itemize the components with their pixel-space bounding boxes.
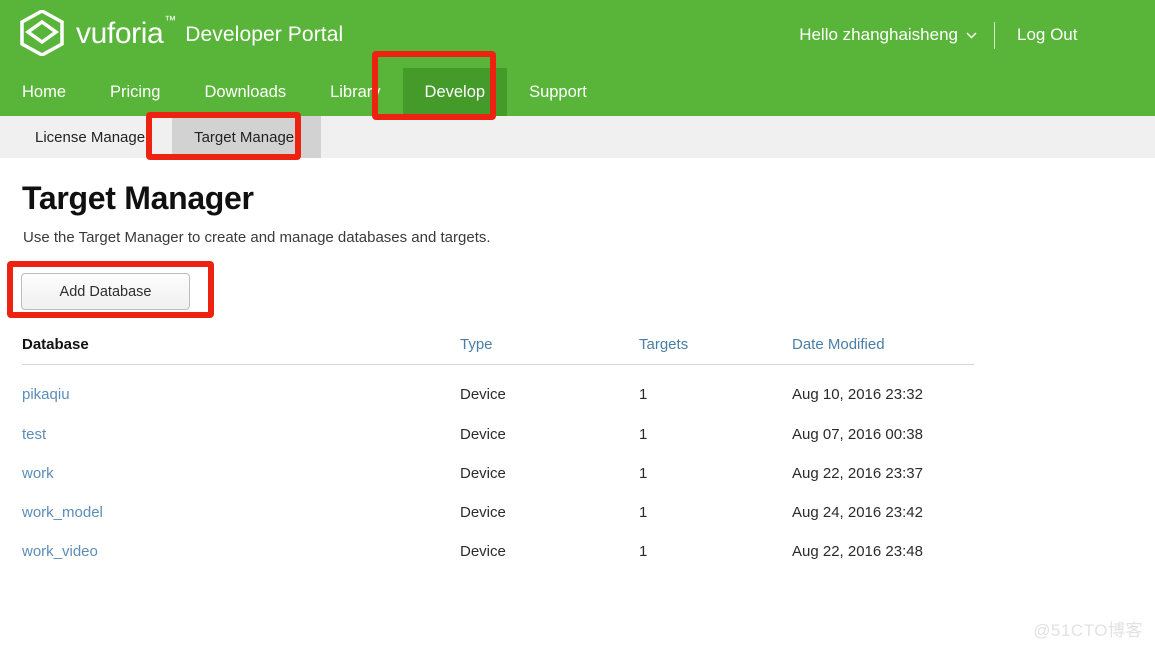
table-row[interactable]: work_video Device 1 Aug 22, 2016 23:48 — [22, 532, 974, 571]
primary-navigation: Home Pricing Downloads Library Develop S… — [0, 68, 609, 116]
cell-date-modified: Aug 24, 2016 23:42 — [792, 504, 923, 521]
database-link[interactable]: pikaqiu — [22, 386, 70, 403]
nav-item-pricing[interactable]: Pricing — [88, 68, 182, 116]
brand-wordmark: vuforia™ — [76, 13, 177, 50]
cell-date-modified: Aug 22, 2016 23:48 — [792, 543, 923, 560]
table-row[interactable]: work Device 1 Aug 22, 2016 23:37 — [22, 454, 974, 493]
nav-item-downloads[interactable]: Downloads — [182, 68, 308, 116]
cell-date-modified: Aug 10, 2016 23:32 — [792, 385, 923, 403]
logout-container: Log Out — [995, 25, 1155, 45]
cell-targets: 1 — [639, 385, 648, 403]
account-menu[interactable]: Hello zhanghaisheng — [799, 25, 977, 45]
table-header: Database Type Targets Date Modified — [22, 337, 974, 365]
table-body: pikaqiu Device 1 Aug 10, 2016 23:32 test… — [22, 365, 974, 572]
column-header-date-modified[interactable]: Date Modified — [792, 337, 974, 365]
column-header-database[interactable]: Database — [22, 337, 460, 365]
database-link[interactable]: work — [22, 465, 54, 482]
cell-database: work_model — [22, 493, 460, 532]
table-row[interactable]: test Device 1 Aug 07, 2016 00:38 — [22, 415, 974, 454]
database-link[interactable]: work_video — [22, 543, 98, 560]
cell-date-modified: Aug 07, 2016 00:38 — [792, 426, 923, 443]
secondary-navigation: License Manager Target Manager — [0, 116, 1155, 158]
column-header-targets[interactable]: Targets — [639, 337, 792, 365]
watermark: @51CTO博客 — [1033, 621, 1143, 640]
brand-logo-group[interactable]: vuforia™ Developer Portal — [20, 8, 343, 58]
cell-database: work — [22, 454, 460, 493]
account-greeting-label: Hello zhanghaisheng — [799, 25, 958, 44]
secondary-navigation-bar: License Manager Target Manager — [0, 116, 1155, 158]
chevron-down-icon — [966, 32, 977, 39]
nav-item-develop[interactable]: Develop — [402, 68, 508, 116]
page-description: Use the Target Manager to create and man… — [23, 229, 491, 246]
site-header: vuforia™ Developer Portal Hello zhanghai… — [0, 0, 1155, 116]
database-link[interactable]: test — [22, 426, 46, 443]
add-database-button[interactable]: Add Database — [21, 273, 190, 310]
table-header-row: Database Type Targets Date Modified — [22, 337, 974, 365]
subtab-target-manager[interactable]: Target Manager — [172, 116, 322, 158]
cell-type: Device — [460, 543, 506, 560]
cell-targets: 1 — [639, 426, 648, 443]
cell-type: Device — [460, 465, 506, 482]
cell-database: work_video — [22, 532, 460, 571]
nav-item-library[interactable]: Library — [308, 68, 402, 116]
cell-type: Device — [460, 426, 506, 443]
vuforia-hexagon-logo-icon — [20, 10, 64, 56]
cell-database: test — [22, 415, 460, 454]
nav-item-support[interactable]: Support — [507, 68, 609, 116]
brand-subtitle: Developer Portal — [185, 23, 344, 46]
database-link[interactable]: work_model — [22, 504, 103, 521]
cell-date-modified: Aug 22, 2016 23:37 — [792, 465, 923, 482]
page-title: Target Manager — [22, 180, 254, 216]
cell-targets: 1 — [639, 504, 648, 521]
subtab-license-manager[interactable]: License Manager — [13, 116, 172, 158]
trademark-mark: ™ — [164, 13, 177, 27]
cell-type: Device — [460, 504, 506, 521]
cell-targets: 1 — [639, 465, 648, 482]
cell-type: Device — [460, 385, 506, 403]
nav-item-home[interactable]: Home — [0, 68, 88, 116]
column-header-type[interactable]: Type — [460, 337, 639, 365]
cell-targets: 1 — [639, 543, 648, 560]
table-row[interactable]: pikaqiu Device 1 Aug 10, 2016 23:32 — [22, 365, 974, 416]
databases-table: Database Type Targets Date Modified pika… — [22, 337, 974, 571]
log-out-button[interactable]: Log Out — [1017, 25, 1078, 44]
table-row[interactable]: work_model Device 1 Aug 24, 2016 23:42 — [22, 493, 974, 532]
cell-database: pikaqiu — [22, 365, 460, 416]
